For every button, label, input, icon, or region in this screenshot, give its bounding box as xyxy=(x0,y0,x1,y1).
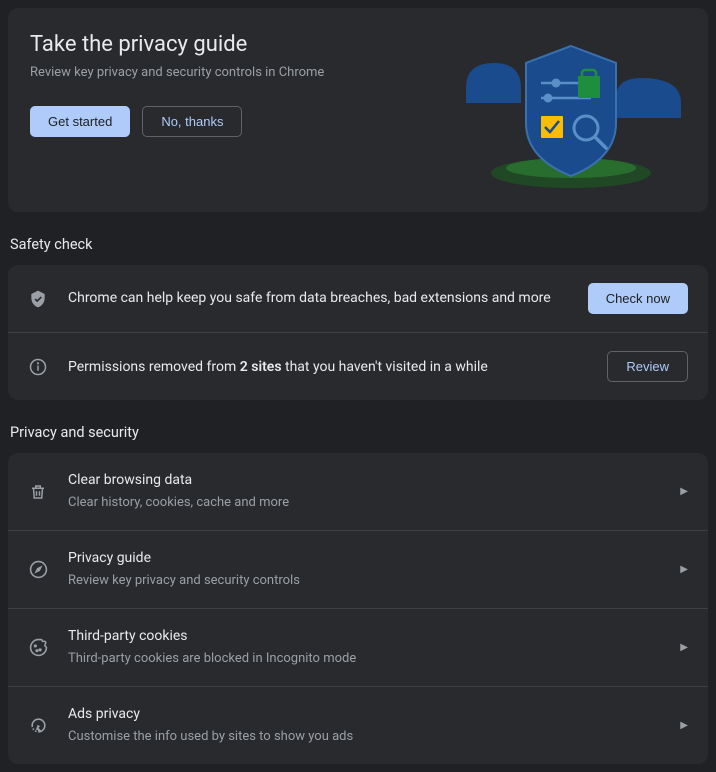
privacy-guide-promo: Take the privacy guide Review key privac… xyxy=(8,8,708,212)
safety-check-heading: Safety check xyxy=(8,212,708,265)
info-icon xyxy=(28,357,48,377)
get-started-button[interactable]: Get started xyxy=(30,106,130,137)
row-title: Clear browsing data xyxy=(68,471,660,491)
safety-check-overview-row: Chrome can help keep you safe from data … xyxy=(8,265,708,332)
cursor-target-icon xyxy=(28,716,48,736)
row-title: Privacy guide xyxy=(68,549,660,569)
permissions-removed-text: Permissions removed from 2 sites that yo… xyxy=(68,359,587,375)
safety-check-group: Chrome can help keep you safe from data … xyxy=(8,265,708,400)
row-subtitle: Review key privacy and security controls xyxy=(68,571,660,591)
clear-browsing-data-row[interactable]: Clear browsing data Clear history, cooki… xyxy=(8,453,708,530)
chevron-right-icon: ▶ xyxy=(680,642,688,653)
privacy-security-heading: Privacy and security xyxy=(8,400,708,453)
privacy-security-group: Clear browsing data Clear history, cooki… xyxy=(8,453,708,764)
chevron-right-icon: ▶ xyxy=(680,564,688,575)
promo-subtitle: Review key privacy and security controls… xyxy=(30,65,456,80)
privacy-guide-row[interactable]: Privacy guide Review key privacy and sec… xyxy=(8,530,708,608)
row-subtitle: Third-party cookies are blocked in Incog… xyxy=(68,649,660,669)
compass-icon xyxy=(28,560,48,580)
privacy-guide-illustration xyxy=(456,28,686,188)
trash-icon xyxy=(28,482,48,502)
row-subtitle: Customise the info used by sites to show… xyxy=(68,727,660,747)
third-party-cookies-row[interactable]: Third-party cookies Third-party cookies … xyxy=(8,608,708,686)
cookie-icon xyxy=(28,638,48,658)
row-title: Ads privacy xyxy=(68,705,660,725)
chevron-right-icon: ▶ xyxy=(680,720,688,731)
shield-check-icon xyxy=(28,289,48,309)
safety-check-text: Chrome can help keep you safe from data … xyxy=(68,289,568,309)
ads-privacy-row[interactable]: Ads privacy Customise the info used by s… xyxy=(8,686,708,764)
chevron-right-icon: ▶ xyxy=(680,486,688,497)
no-thanks-button[interactable]: No, thanks xyxy=(142,106,242,137)
row-title: Third-party cookies xyxy=(68,627,660,647)
row-subtitle: Clear history, cookies, cache and more xyxy=(68,493,660,513)
permissions-removed-row: Permissions removed from 2 sites that yo… xyxy=(8,332,708,400)
check-now-button[interactable]: Check now xyxy=(588,283,688,314)
promo-title: Take the privacy guide xyxy=(30,32,456,57)
review-button[interactable]: Review xyxy=(607,351,688,382)
